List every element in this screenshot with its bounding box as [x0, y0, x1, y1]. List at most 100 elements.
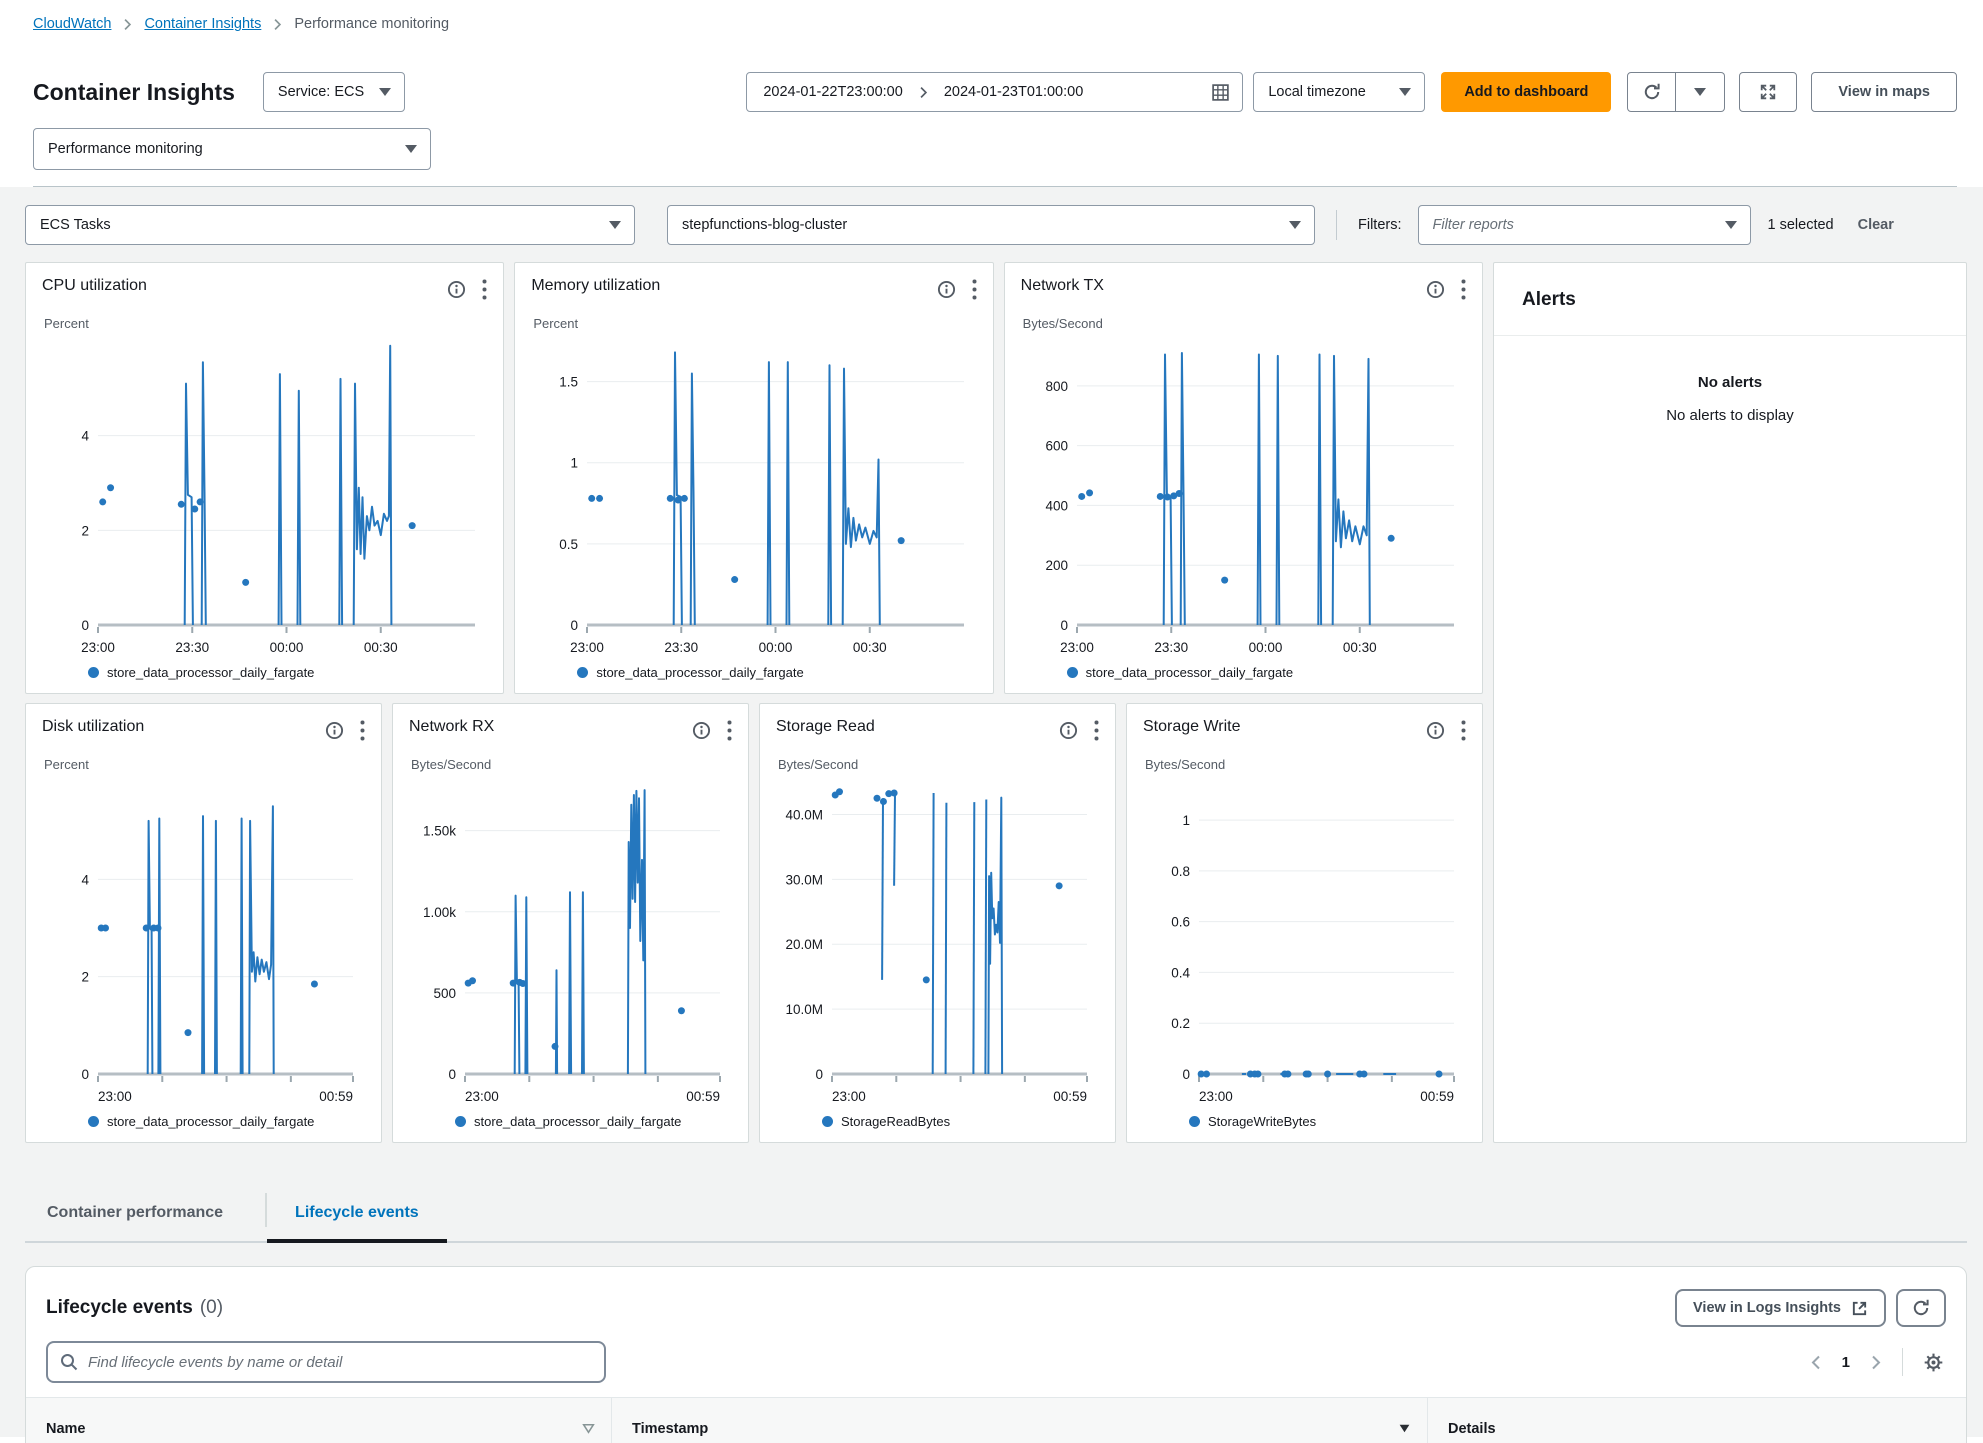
svg-text:0: 0 [81, 1067, 89, 1082]
column-label: Details [1448, 1421, 1496, 1437]
chart-legend-item[interactable]: store_data_processor_daily_fargate [409, 1108, 732, 1134]
time-range-picker[interactable]: 2024-01-22T23:00:00 2024-01-23T01:00:00 [746, 72, 1243, 112]
breadcrumb-link-container-insights[interactable]: Container Insights [144, 16, 261, 32]
legend-dot [1189, 1116, 1200, 1127]
service-selector[interactable]: Service: ECS [263, 72, 405, 112]
chart-plot[interactable]: 02423:0023:3000:0000:30 [42, 331, 487, 659]
clear-filters-button[interactable]: Clear [1858, 217, 1894, 233]
next-page-button[interactable] [1868, 1352, 1884, 1373]
chart-plot[interactable]: 00.20.40.60.8123:0000:59 [1143, 772, 1466, 1108]
svg-text:0.8: 0.8 [1171, 864, 1190, 879]
info-icon[interactable] [447, 280, 466, 299]
charts-column: CPU utilization Percent 02423:0023:3000:… [25, 262, 1483, 1143]
pagination: 1 [1808, 1348, 1946, 1376]
sort-icon-outline [582, 1423, 595, 1434]
chart-legend-item[interactable]: store_data_processor_daily_fargate [42, 659, 487, 685]
svg-text:10.0M: 10.0M [785, 1002, 823, 1017]
resource-selector[interactable]: stepfunctions-blog-cluster [667, 205, 1315, 245]
info-icon[interactable] [1426, 721, 1445, 740]
view-selector[interactable]: Performance monitoring [33, 128, 431, 170]
page-title: Container Insights [33, 79, 235, 106]
previous-page-button[interactable] [1808, 1352, 1824, 1373]
refresh-options-button[interactable] [1676, 72, 1725, 112]
kebab-menu-icon[interactable] [972, 279, 977, 300]
svg-text:23:30: 23:30 [175, 640, 209, 655]
chart-legend-item[interactable]: store_data_processor_daily_fargate [531, 659, 976, 685]
info-icon[interactable] [1059, 721, 1078, 740]
kebab-menu-icon[interactable] [482, 279, 487, 300]
legend-dot [88, 1116, 99, 1127]
info-icon[interactable] [692, 721, 711, 740]
svg-text:00:59: 00:59 [1420, 1089, 1454, 1104]
refresh-button-group [1627, 72, 1725, 112]
chart-title: Memory utilization [531, 277, 936, 295]
svg-text:0.6: 0.6 [1171, 915, 1190, 930]
kebab-menu-icon[interactable] [360, 720, 365, 741]
settings-gear-icon[interactable] [1921, 1350, 1946, 1375]
svg-text:00:59: 00:59 [319, 1089, 353, 1104]
search-input[interactable] [88, 1354, 592, 1371]
svg-text:23:00: 23:00 [98, 1089, 132, 1104]
legend-label: store_data_processor_daily_fargate [596, 665, 803, 680]
report-filter-placeholder: Filter reports [1433, 217, 1514, 233]
chevron-left-icon [1810, 1354, 1822, 1371]
alerts-title: Alerts [1494, 263, 1966, 336]
kebab-menu-icon[interactable] [727, 720, 732, 741]
svg-text:0: 0 [571, 618, 579, 633]
legend-label: store_data_processor_daily_fargate [1086, 665, 1293, 680]
tab-lifecycle-events[interactable]: Lifecycle events [267, 1185, 447, 1241]
legend-dot [822, 1116, 833, 1127]
view-in-maps-button[interactable]: View in maps [1811, 72, 1957, 112]
chart-plot[interactable]: 020040060080023:0023:3000:0000:30 [1021, 331, 1466, 659]
breadcrumb-link-cloudwatch[interactable]: CloudWatch [33, 16, 111, 32]
chart-legend-item[interactable]: StorageReadBytes [776, 1108, 1099, 1134]
lifecycle-refresh-button[interactable] [1896, 1289, 1946, 1327]
report-filter-select[interactable]: Filter reports [1418, 205, 1751, 245]
chart-plot[interactable]: 05001.00k1.50k23:0000:59 [409, 772, 732, 1108]
view-selector-value: Performance monitoring [48, 141, 203, 157]
page-number[interactable]: 1 [1842, 1354, 1850, 1371]
fullscreen-button[interactable] [1739, 72, 1797, 112]
kebab-menu-icon[interactable] [1461, 720, 1466, 741]
svg-text:0.2: 0.2 [1171, 1016, 1190, 1031]
time-range-end: 2024-01-23T01:00:00 [944, 84, 1083, 100]
lifecycle-table-header: Name Timestamp Details [26, 1397, 1966, 1443]
chart-plot[interactable]: 010.0M20.0M30.0M40.0M23:0000:59 [776, 772, 1099, 1108]
chart-plot[interactable]: 00.511.523:0023:3000:0000:30 [531, 331, 976, 659]
chevron-right-icon [1870, 1354, 1882, 1371]
tabs: Container performance Lifecycle events [25, 1185, 1967, 1243]
chart-y-unit: Bytes/Second [1023, 316, 1466, 331]
calendar-icon[interactable] [1211, 83, 1230, 102]
svg-text:00:00: 00:00 [270, 640, 304, 655]
column-header-timestamp[interactable]: Timestamp [612, 1398, 1428, 1443]
kebab-menu-icon[interactable] [1461, 279, 1466, 300]
chart-card-cpu-utilization: CPU utilization Percent 02423:0023:3000:… [25, 262, 504, 694]
search-icon [60, 1353, 78, 1371]
svg-text:40.0M: 40.0M [785, 807, 823, 822]
chevron-right-icon [917, 86, 930, 99]
add-to-dashboard-button[interactable]: Add to dashboard [1441, 72, 1611, 112]
alerts-empty-title: No alerts [1494, 374, 1966, 391]
tab-container-performance[interactable]: Container performance [25, 1185, 265, 1241]
external-link-icon [1851, 1300, 1868, 1317]
chart-legend-item[interactable]: store_data_processor_daily_fargate [42, 1108, 365, 1134]
lifecycle-search [46, 1341, 606, 1383]
chart-card-memory-utilization: Memory utilization Percent 00.511.523:00… [514, 262, 993, 694]
column-header-name[interactable]: Name [26, 1398, 612, 1443]
lifecycle-title: Lifecycle events [46, 1297, 193, 1319]
info-icon[interactable] [1426, 280, 1445, 299]
svg-text:23:00: 23:00 [1060, 640, 1094, 655]
info-icon[interactable] [937, 280, 956, 299]
refresh-button[interactable] [1627, 72, 1676, 112]
kebab-menu-icon[interactable] [1094, 720, 1099, 741]
sort-icon-descending [1398, 1423, 1411, 1434]
chevron-down-icon [1289, 221, 1301, 229]
chart-plot[interactable]: 02423:0000:59 [42, 772, 365, 1108]
chart-legend-item[interactable]: StorageWriteBytes [1143, 1108, 1466, 1134]
timezone-selector[interactable]: Local timezone [1253, 72, 1425, 112]
chart-legend-item[interactable]: store_data_processor_daily_fargate [1021, 659, 1466, 685]
dimension-selector[interactable]: ECS Tasks [25, 205, 635, 245]
view-in-logs-insights-button[interactable]: View in Logs Insights [1675, 1289, 1886, 1327]
chart-title: Storage Write [1143, 718, 1426, 736]
info-icon[interactable] [325, 721, 344, 740]
